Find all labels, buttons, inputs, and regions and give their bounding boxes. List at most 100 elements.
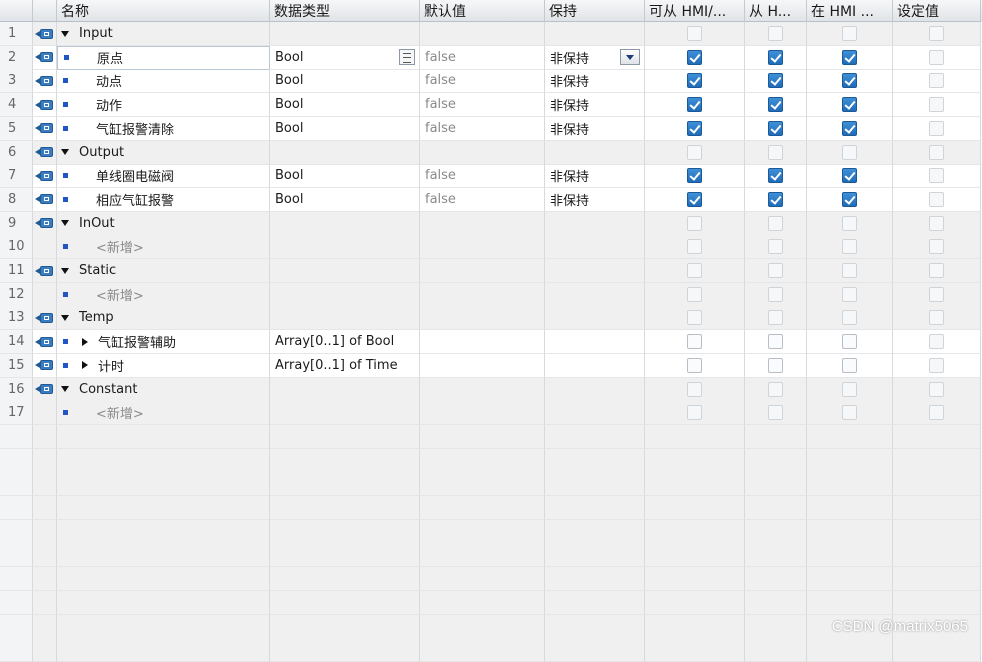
retain-cell[interactable]: 非保持	[545, 164, 645, 189]
datatype-cell[interactable]	[270, 140, 420, 165]
datatype-cell[interactable]	[270, 401, 420, 426]
hmi-access-checkbox[interactable]	[687, 168, 702, 184]
setpoint-checkbox[interactable]	[929, 381, 944, 397]
setpoint-checkbox[interactable]	[929, 73, 944, 89]
hmi-visible-checkbox[interactable]	[768, 263, 783, 278]
hmi-visible-checkbox[interactable]	[768, 120, 783, 136]
datatype-cell[interactable]	[270, 22, 420, 46]
default-value-cell[interactable]: false	[420, 164, 545, 189]
default-value-cell[interactable]: false	[420, 187, 545, 212]
retain-cell[interactable]	[545, 282, 645, 307]
setpoint-checkbox[interactable]	[929, 144, 944, 160]
default-value-cell[interactable]: false	[420, 116, 545, 141]
datatype-cell[interactable]	[270, 259, 420, 283]
hmi-access-checkbox[interactable]	[687, 263, 702, 278]
hmi-setpoint-checkbox[interactable]	[842, 144, 857, 160]
name-cell[interactable]: Input	[57, 22, 270, 46]
hmi-setpoint-checkbox[interactable]	[842, 26, 857, 41]
retain-cell[interactable]	[545, 330, 645, 355]
hmi-access-checkbox[interactable]	[687, 49, 702, 65]
hmi-setpoint-checkbox[interactable]	[842, 239, 857, 255]
hmi-setpoint-checkbox[interactable]	[842, 357, 857, 373]
hmi-setpoint-checkbox[interactable]	[842, 381, 857, 397]
setpoint-checkbox[interactable]	[929, 26, 944, 41]
hmi-access-checkbox[interactable]	[687, 73, 702, 89]
setpoint-checkbox[interactable]	[929, 97, 944, 113]
hmi-visible-checkbox[interactable]	[768, 405, 783, 421]
hmi-visible-checkbox[interactable]	[768, 97, 783, 113]
header-name[interactable]: 名称	[57, 0, 270, 22]
header-default[interactable]: 默认值	[420, 0, 545, 22]
default-value-cell[interactable]: false	[420, 45, 545, 70]
table-row[interactable]: 1 Input	[0, 22, 982, 46]
hmi-access-checkbox[interactable]	[687, 334, 702, 350]
collapse-icon[interactable]	[61, 267, 69, 274]
table-row[interactable]: 15 计时 Array[0..1] of Time	[0, 353, 982, 378]
header-hmi-setpoint[interactable]: 在 HMI ...	[807, 0, 893, 22]
hmi-visible-checkbox[interactable]	[768, 73, 783, 89]
datatype-cell[interactable]	[270, 282, 420, 307]
table-row[interactable]: 8 相应气缸报警 Bool false 非保持	[0, 187, 982, 212]
hmi-setpoint-checkbox[interactable]	[842, 73, 857, 89]
hmi-visible-checkbox[interactable]	[768, 286, 783, 302]
datatype-cell[interactable]: Bool	[270, 69, 420, 94]
default-value-cell[interactable]	[420, 401, 545, 426]
table-row[interactable]: 6 Output	[0, 140, 982, 165]
retain-cell[interactable]	[545, 259, 645, 283]
table-row[interactable]: 4 动作 Bool false 非保持	[0, 93, 982, 118]
hmi-access-checkbox[interactable]	[687, 381, 702, 397]
datatype-cell[interactable]	[270, 377, 420, 402]
name-cell[interactable]: 动作	[57, 93, 270, 118]
name-cell[interactable]: 原点	[57, 45, 270, 70]
hmi-setpoint-checkbox[interactable]	[842, 263, 857, 278]
name-cell[interactable]: 计时	[57, 353, 270, 378]
table-row[interactable]: 13 Temp	[0, 306, 982, 331]
name-cell[interactable]: 动点	[57, 69, 270, 94]
default-value-cell[interactable]	[420, 353, 545, 378]
datatype-cell[interactable]	[270, 306, 420, 331]
hmi-setpoint-checkbox[interactable]	[842, 120, 857, 136]
table-row[interactable]: 2 原点 Bool false 非保持	[0, 45, 982, 70]
hmi-access-checkbox[interactable]	[687, 357, 702, 373]
expand-icon[interactable]	[82, 337, 88, 346]
table-row[interactable]: 11 Static	[0, 259, 982, 283]
setpoint-checkbox[interactable]	[929, 286, 944, 302]
datatype-cell[interactable]: Bool	[270, 164, 420, 189]
default-value-cell[interactable]: false	[420, 93, 545, 118]
default-value-cell[interactable]	[420, 377, 545, 402]
name-cell[interactable]: <新增>	[57, 282, 270, 307]
hmi-access-checkbox[interactable]	[687, 239, 702, 255]
hmi-visible-checkbox[interactable]	[768, 239, 783, 255]
hmi-setpoint-checkbox[interactable]	[842, 286, 857, 302]
hmi-access-checkbox[interactable]	[687, 120, 702, 136]
table-row[interactable]: 7 单线圈电磁阀 Bool false 非保持	[0, 164, 982, 189]
header-datatype[interactable]: 数据类型	[270, 0, 420, 22]
name-cell[interactable]: Output	[57, 140, 270, 165]
retain-cell[interactable]: 非保持	[545, 187, 645, 212]
default-value-cell[interactable]	[420, 140, 545, 165]
default-value-cell[interactable]	[420, 330, 545, 355]
datatype-cell[interactable]: Array[0..1] of Time	[270, 353, 420, 378]
setpoint-checkbox[interactable]	[929, 191, 944, 207]
hmi-visible-checkbox[interactable]	[768, 49, 783, 65]
default-value-cell[interactable]	[420, 235, 545, 260]
hmi-access-checkbox[interactable]	[687, 191, 702, 207]
hmi-visible-checkbox[interactable]	[768, 357, 783, 373]
hmi-access-checkbox[interactable]	[687, 215, 702, 231]
default-value-cell[interactable]	[420, 306, 545, 331]
collapse-icon[interactable]	[61, 30, 69, 37]
retain-cell[interactable]	[545, 353, 645, 378]
datatype-cell[interactable]: Bool	[270, 116, 420, 141]
setpoint-checkbox[interactable]	[929, 263, 944, 278]
default-value-cell[interactable]	[420, 282, 545, 307]
datatype-cell[interactable]: Bool	[270, 45, 420, 70]
hmi-visible-checkbox[interactable]	[768, 191, 783, 207]
setpoint-checkbox[interactable]	[929, 310, 944, 326]
setpoint-checkbox[interactable]	[929, 405, 944, 421]
name-cell[interactable]: InOut	[57, 211, 270, 236]
setpoint-checkbox[interactable]	[929, 168, 944, 184]
retain-cell[interactable]	[545, 140, 645, 165]
retain-cell[interactable]	[545, 235, 645, 260]
header-setpoint[interactable]: 设定值	[893, 0, 981, 22]
hmi-access-checkbox[interactable]	[687, 405, 702, 421]
